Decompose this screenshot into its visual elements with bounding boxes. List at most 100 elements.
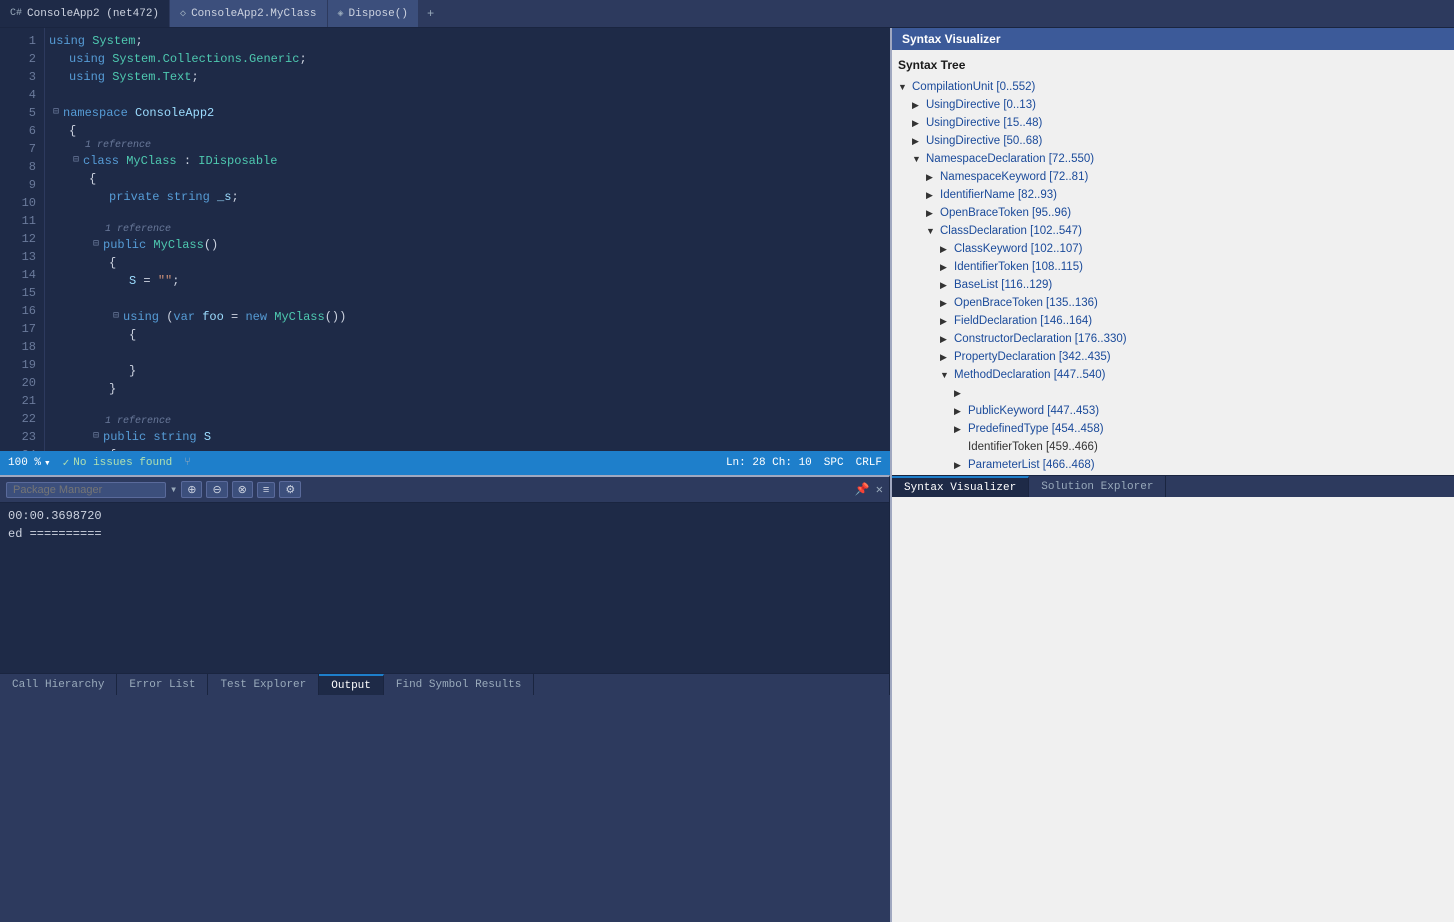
right-bottom-tab-1[interactable]: Solution Explorer xyxy=(1029,476,1166,497)
bottom-section-tab-4[interactable]: Find Symbol Results xyxy=(384,674,534,695)
status-right: Ln: 28 Ch: 10 SPC CRLF xyxy=(726,457,882,469)
line-number-20: 20 xyxy=(8,374,36,392)
tree-node-n22[interactable]: ▶ParameterList [466..468) xyxy=(898,456,1448,474)
zoom-control[interactable]: 100 % ▾ xyxy=(8,456,51,470)
line-number-7: 7 xyxy=(8,140,36,158)
tree-node-n5[interactable]: ▼NamespaceDeclaration [72..550) xyxy=(898,150,1448,168)
toolbar-btn-5[interactable]: ⚙ xyxy=(279,481,301,498)
line-number-15: 15 xyxy=(8,284,36,302)
tab-file[interactable]: C# ConsoleApp2 (net472) xyxy=(0,0,170,27)
tree-node-n15[interactable]: ▶ConstructorDeclaration [176..330) xyxy=(898,330,1448,348)
line-number-23: 23 xyxy=(8,428,36,446)
token-punct xyxy=(197,428,204,446)
token-kw: private xyxy=(109,188,159,206)
line-number-14: 14 xyxy=(8,266,36,284)
tree-node-n14[interactable]: ▶FieldDeclaration [146..164) xyxy=(898,312,1448,330)
tab-class-label: ConsoleApp2.MyClass xyxy=(191,8,316,20)
zoom-value: 100 % xyxy=(8,457,41,469)
bottom-section-tab-0[interactable]: Call Hierarchy xyxy=(0,674,117,695)
tree-node-n19[interactable]: ▶PublicKeyword [447..453) xyxy=(898,402,1448,420)
tree-arrow-n11: ▶ xyxy=(940,262,954,273)
close-icon[interactable]: ✕ xyxy=(876,482,883,497)
tree-node-n13[interactable]: ▶OpenBraceToken [135..136) xyxy=(898,294,1448,312)
collapse-btn-21[interactable]: ⊟ xyxy=(89,430,103,444)
tree-node-n4[interactable]: ▶UsingDirective [50..68) xyxy=(898,132,1448,150)
tree-arrow-n7: ▶ xyxy=(926,190,940,201)
tab-method[interactable]: ◈ Dispose() xyxy=(328,0,419,27)
tree-node-n11[interactable]: ▶IdentifierToken [108..115) xyxy=(898,258,1448,276)
tree-node-n2[interactable]: ▶UsingDirective [0..13) xyxy=(898,96,1448,114)
tree-node-n20[interactable]: ▶PredefinedType [454..458) xyxy=(898,420,1448,438)
tree-arrow-n18: ▶ xyxy=(954,388,968,399)
add-tab-button[interactable]: + xyxy=(419,0,442,27)
package-manager-input[interactable] xyxy=(6,482,166,498)
token-punct xyxy=(195,308,202,326)
code-area[interactable]: using System;using System.Collections.Ge… xyxy=(45,28,890,451)
top-tab-bar: C# ConsoleApp2 (net472) ◇ ConsoleApp2.My… xyxy=(0,0,1454,28)
token-punct: ; xyxy=(299,50,306,68)
line-number-11: 11 xyxy=(8,212,36,230)
token-punct: { xyxy=(109,254,116,272)
token-punct xyxy=(105,50,112,68)
line-number-3: 3 xyxy=(8,68,36,86)
tree-arrow-n8: ▶ xyxy=(926,208,940,219)
code-line-21: ⊟public string S xyxy=(49,428,890,446)
right-panel-title: Syntax Visualizer xyxy=(892,28,1454,50)
tree-node-n6[interactable]: ▶NamespaceKeyword [72..81) xyxy=(898,168,1448,186)
line-number-24: 24 xyxy=(8,446,36,451)
right-bottom-tab-0[interactable]: Syntax Visualizer xyxy=(892,476,1029,497)
toolbar-btn-2[interactable]: ⊖ xyxy=(206,481,227,498)
toolbar-btn-3[interactable]: ⊗ xyxy=(232,481,253,498)
toolbar-btn-1[interactable]: ⊕ xyxy=(181,481,202,498)
tree-arrow-n22: ▶ xyxy=(954,460,968,471)
pin-icon[interactable]: 📌 xyxy=(855,482,870,497)
bottom-section-tab-3[interactable]: Output xyxy=(319,674,384,695)
tree-node-text-n21: IdentifierToken [459..466) xyxy=(968,441,1098,453)
token-ident: _s xyxy=(217,188,231,206)
tree-node-n10[interactable]: ▶ClassKeyword [102..107) xyxy=(898,240,1448,258)
tree-node-n3[interactable]: ▶UsingDirective [15..48) xyxy=(898,114,1448,132)
tree-node-text-n10: ClassKeyword [102..107) xyxy=(954,243,1082,255)
right-panel: Syntax Visualizer Syntax Tree ▼Compilati… xyxy=(890,28,1454,475)
line-number-10: 10 xyxy=(8,194,36,212)
collapse-btn-7[interactable]: ⊟ xyxy=(69,154,83,168)
code-content[interactable]: 1234567891011121314151617181920212223242… xyxy=(0,28,890,451)
tree-node-n16[interactable]: ▶PropertyDeclaration [342..435) xyxy=(898,348,1448,366)
code-line-16: { xyxy=(49,326,890,344)
token-punct xyxy=(119,152,126,170)
tree-node-n8[interactable]: ▶OpenBraceToken [95..96) xyxy=(898,204,1448,222)
code-line-3: using System.Text; xyxy=(49,68,890,86)
bottom-content-line-0: 00:00.3698720 xyxy=(8,507,881,525)
status-bar: 100 % ▾ ✓ No issues found ⑂ Ln: 28 Ch: 1… xyxy=(0,451,890,475)
collapse-btn-11[interactable]: ⊟ xyxy=(89,238,103,252)
collapse-btn-5[interactable]: ⊟ xyxy=(49,106,63,120)
token-kw: using xyxy=(69,68,105,86)
method-icon: ◈ xyxy=(338,8,344,20)
bottom-section-tab-2[interactable]: Test Explorer xyxy=(208,674,319,695)
tree-node-n18[interactable]: ▶ xyxy=(898,384,1448,402)
token-kw: var xyxy=(173,308,195,326)
tree-node-n21[interactable]: IdentifierToken [459..466) xyxy=(898,438,1448,456)
token-kw: using xyxy=(69,50,105,68)
cursor-position: Ln: 28 Ch: 10 xyxy=(726,457,812,469)
line-number-8: 8 xyxy=(8,158,36,176)
tree-node-n12[interactable]: ▶BaseList [116..129) xyxy=(898,276,1448,294)
token-kw: using xyxy=(123,308,159,326)
tree-node-n1[interactable]: ▼CompilationUnit [0..552) xyxy=(898,78,1448,96)
bottom-section-tab-1[interactable]: Error List xyxy=(117,674,208,695)
tree-node-text-n15: ConstructorDeclaration [176..330) xyxy=(954,333,1127,345)
tree-node-n9[interactable]: ▼ClassDeclaration [102..547) xyxy=(898,222,1448,240)
tab-class[interactable]: ◇ ConsoleApp2.MyClass xyxy=(170,0,327,27)
tree-arrow-n6: ▶ xyxy=(926,172,940,183)
code-line-11: ⊟public MyClass() xyxy=(49,236,890,254)
tree-node-n17[interactable]: ▼MethodDeclaration [447..540) xyxy=(898,366,1448,384)
token-ident: S xyxy=(204,428,211,446)
zoom-dropdown-icon[interactable]: ▾ xyxy=(44,456,51,470)
syntax-tree-section: Syntax Tree ▼CompilationUnit [0..552)▶Us… xyxy=(892,50,1454,475)
csharp-icon: C# xyxy=(10,8,22,19)
toolbar-btn-4[interactable]: ≡ xyxy=(257,482,275,498)
collapse-btn-15[interactable]: ⊟ xyxy=(109,310,123,324)
tree-node-n7[interactable]: ▶IdentifierName [82..93) xyxy=(898,186,1448,204)
line-number-9: 9 xyxy=(8,176,36,194)
token-punct xyxy=(146,428,153,446)
